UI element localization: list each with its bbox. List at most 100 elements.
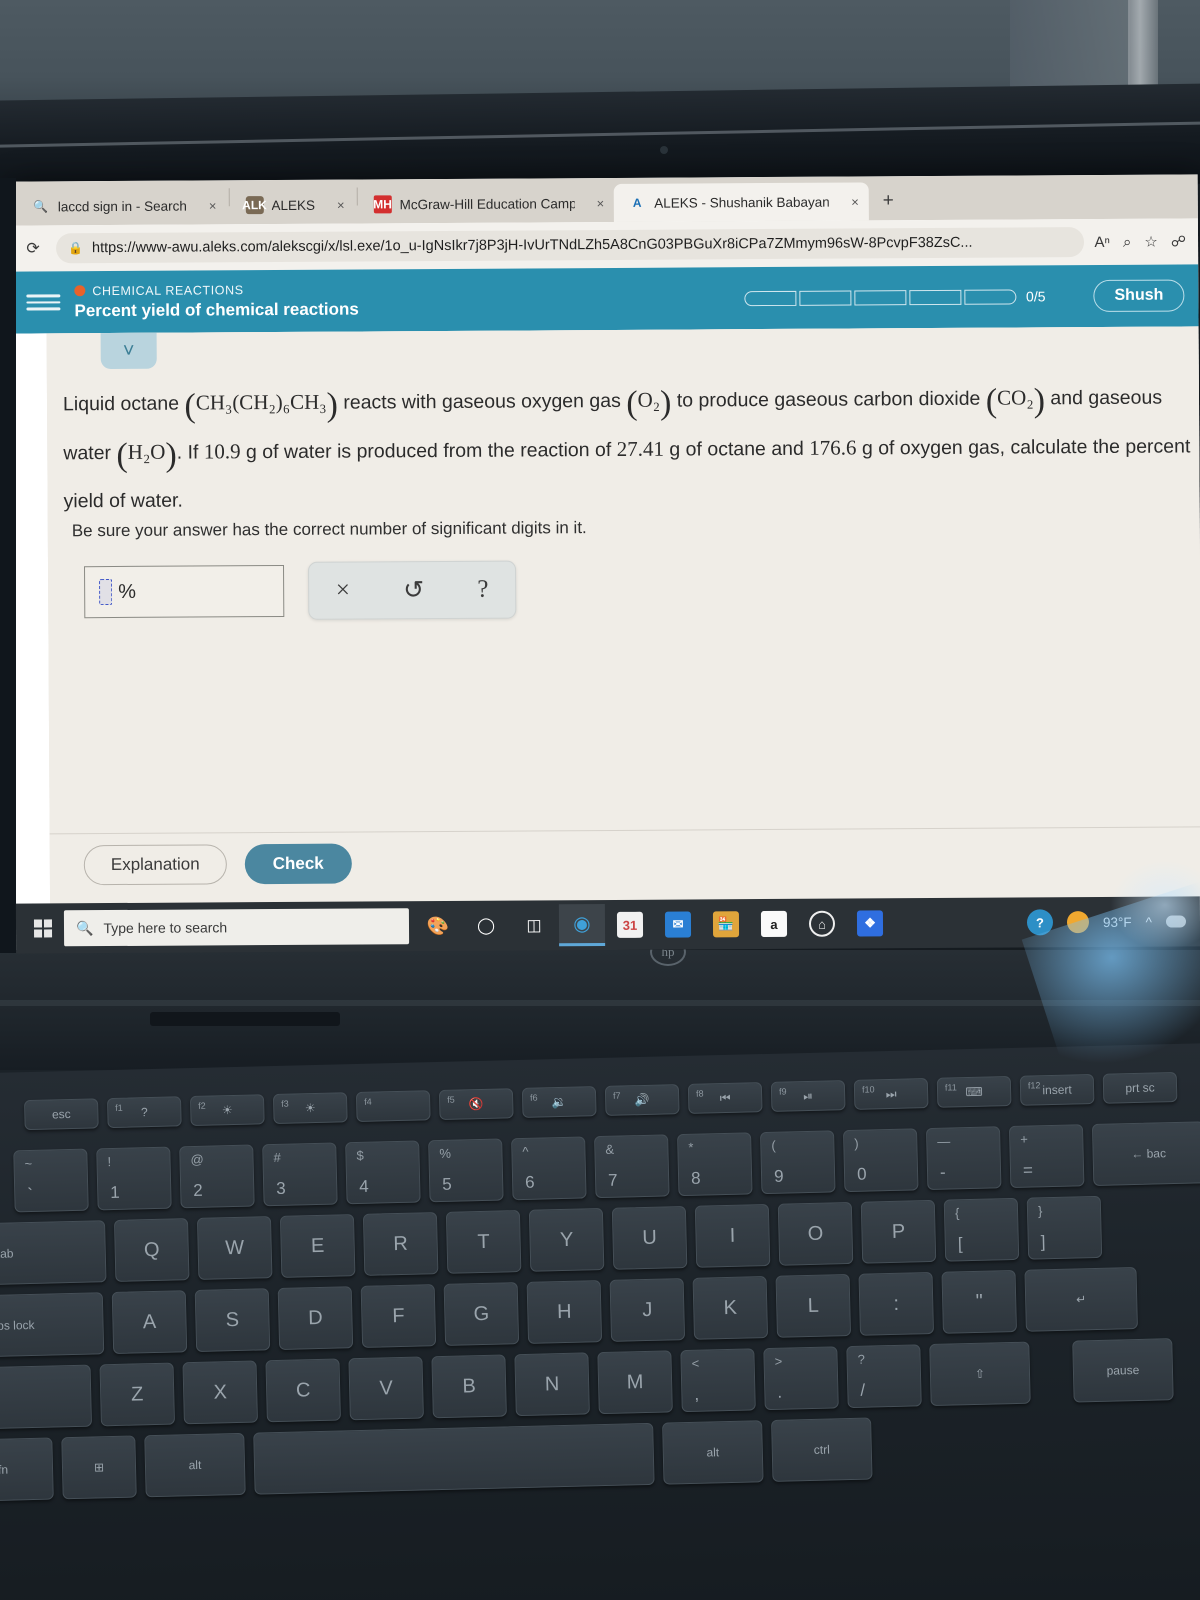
key-enter[interactable]: ↵: [1024, 1266, 1138, 1332]
url-input[interactable]: 🔒 https://www-awu.aleks.com/alekscgi/x/l…: [55, 227, 1085, 264]
key-f5[interactable]: f5 🔇: [438, 1088, 514, 1120]
key-2[interactable]: @2: [179, 1144, 255, 1209]
check-button[interactable]: Check: [244, 843, 352, 885]
amazon-icon[interactable]: a: [751, 903, 797, 945]
key-e[interactable]: E: [279, 1214, 356, 1278]
close-icon[interactable]: ×: [195, 198, 217, 213]
key-w[interactable]: W: [196, 1216, 273, 1280]
key-right-bracket[interactable]: }]: [1026, 1195, 1103, 1260]
store-icon[interactable]: 🏪: [703, 903, 749, 945]
key-print-screen[interactable]: prt sc: [1102, 1071, 1178, 1104]
key-f[interactable]: F: [360, 1284, 437, 1348]
key-alt-left[interactable]: alt: [144, 1432, 246, 1498]
key-tab[interactable]: tab: [0, 1220, 107, 1286]
key-x[interactable]: X: [182, 1360, 258, 1425]
key-period[interactable]: >.: [763, 1346, 839, 1411]
windows-start-icon[interactable]: [22, 919, 64, 938]
key-ctrl-right[interactable]: ctrl: [771, 1417, 873, 1482]
key-p[interactable]: P: [860, 1199, 937, 1264]
key-caps-lock[interactable]: caps lock: [0, 1292, 105, 1358]
key-shift-left[interactable]: shift: [0, 1364, 93, 1431]
key-f11[interactable]: f11 ⌨: [936, 1076, 1012, 1108]
key-alt-right[interactable]: alt: [662, 1420, 764, 1485]
new-tab-button[interactable]: +: [869, 190, 908, 220]
key-f9[interactable]: f9 ⏯: [770, 1080, 846, 1112]
key-z[interactable]: Z: [99, 1362, 175, 1427]
search-in-page-icon[interactable]: ⌕: [1123, 233, 1132, 250]
close-icon[interactable]: ×: [583, 196, 605, 211]
key-g[interactable]: G: [443, 1282, 520, 1346]
key-n[interactable]: N: [514, 1352, 590, 1417]
undo-button[interactable]: ↺: [403, 575, 424, 605]
key-h[interactable]: H: [526, 1280, 603, 1344]
key-l[interactable]: L: [775, 1274, 852, 1338]
key-a[interactable]: A: [111, 1290, 188, 1355]
hamburger-icon[interactable]: [26, 294, 61, 311]
help-button[interactable]: ?: [477, 576, 488, 604]
key-f2[interactable]: f2 ☀: [189, 1094, 265, 1127]
key-backtick[interactable]: ~ `: [13, 1148, 89, 1213]
key-v[interactable]: V: [348, 1356, 424, 1421]
answer-input[interactable]: %: [84, 564, 285, 619]
key-left-bracket[interactable]: {[: [943, 1197, 1020, 1262]
key-f12-insert[interactable]: f12 insert: [1019, 1073, 1095, 1106]
paint-3d-icon[interactable]: 🎨: [415, 905, 461, 947]
key-f8[interactable]: f8 ⏮: [687, 1082, 763, 1114]
key-t[interactable]: T: [445, 1210, 522, 1274]
key-spacebar[interactable]: [253, 1422, 655, 1495]
collections-icon[interactable]: ☍: [1171, 232, 1186, 250]
chevron-up-icon[interactable]: ^: [1146, 914, 1152, 929]
key-7[interactable]: & 7: [594, 1134, 670, 1199]
key-equals[interactable]: + =: [1008, 1124, 1085, 1189]
key-comma[interactable]: <,: [680, 1348, 756, 1413]
key-esc[interactable]: esc: [24, 1098, 99, 1131]
key-c[interactable]: C: [265, 1358, 341, 1423]
key-f4[interactable]: f4: [355, 1090, 431, 1123]
key-minus[interactable]: — -: [925, 1126, 1002, 1191]
browser-tab-1[interactable]: 🔍 laccd sign in - Search ×: [18, 186, 227, 225]
explanation-button[interactable]: Explanation: [83, 844, 227, 886]
close-icon[interactable]: ×: [837, 194, 859, 209]
key-b[interactable]: B: [431, 1354, 507, 1419]
key-8[interactable]: * 8: [677, 1132, 753, 1197]
key-5[interactable]: % 5: [428, 1138, 504, 1203]
cortana-icon[interactable]: ◯: [463, 905, 509, 947]
task-view-icon[interactable]: ◫: [511, 904, 557, 946]
key-semicolon[interactable]: :: [858, 1271, 934, 1336]
key-6[interactable]: ^ 6: [511, 1136, 587, 1201]
key-s[interactable]: S: [194, 1288, 271, 1352]
key-slash[interactable]: ? /: [846, 1344, 922, 1409]
key-f6[interactable]: f6 🔉: [521, 1086, 597, 1118]
key-fn[interactable]: fn: [0, 1437, 54, 1502]
calendar-icon[interactable]: 31: [607, 904, 653, 946]
favorites-icon[interactable]: ☆: [1144, 233, 1158, 251]
read-aloud-icon[interactable]: Aⁿ: [1094, 233, 1110, 250]
home-icon[interactable]: ⌂: [799, 903, 845, 945]
key-j[interactable]: J: [609, 1278, 686, 1342]
close-icon[interactable]: ×: [323, 197, 345, 212]
key-k[interactable]: K: [692, 1276, 769, 1340]
help-circle-icon[interactable]: ?: [1026, 909, 1054, 936]
key-y[interactable]: Y: [528, 1208, 605, 1272]
key-0[interactable]: ) 0: [842, 1128, 919, 1193]
user-menu-button[interactable]: Shush: [1093, 279, 1185, 313]
key-d[interactable]: D: [277, 1286, 354, 1350]
edge-icon[interactable]: ◉: [558, 904, 606, 947]
key-pause[interactable]: pause: [1072, 1338, 1174, 1403]
key-f10[interactable]: f10 ⏭: [853, 1078, 929, 1110]
key-f3[interactable]: f3 ☀: [272, 1092, 348, 1125]
key-3[interactable]: #3: [262, 1142, 338, 1207]
key-m[interactable]: M: [597, 1350, 673, 1415]
browser-tab-2[interactable]: ALK ALEKS ×: [231, 186, 354, 225]
key-shift-right[interactable]: ⇧: [929, 1341, 1031, 1407]
key-q[interactable]: Q: [113, 1218, 190, 1282]
dropbox-icon[interactable]: ❖: [847, 902, 893, 944]
key-1[interactable]: ! 1: [96, 1146, 172, 1211]
mail-icon[interactable]: ✉: [655, 903, 701, 945]
key-quote[interactable]: ": [941, 1269, 1017, 1334]
key-f7[interactable]: f7 🔊: [604, 1084, 680, 1116]
key-r[interactable]: R: [362, 1212, 439, 1276]
key-u[interactable]: U: [611, 1205, 688, 1270]
key-i[interactable]: I: [694, 1203, 771, 1268]
key-o[interactable]: O: [777, 1201, 854, 1266]
